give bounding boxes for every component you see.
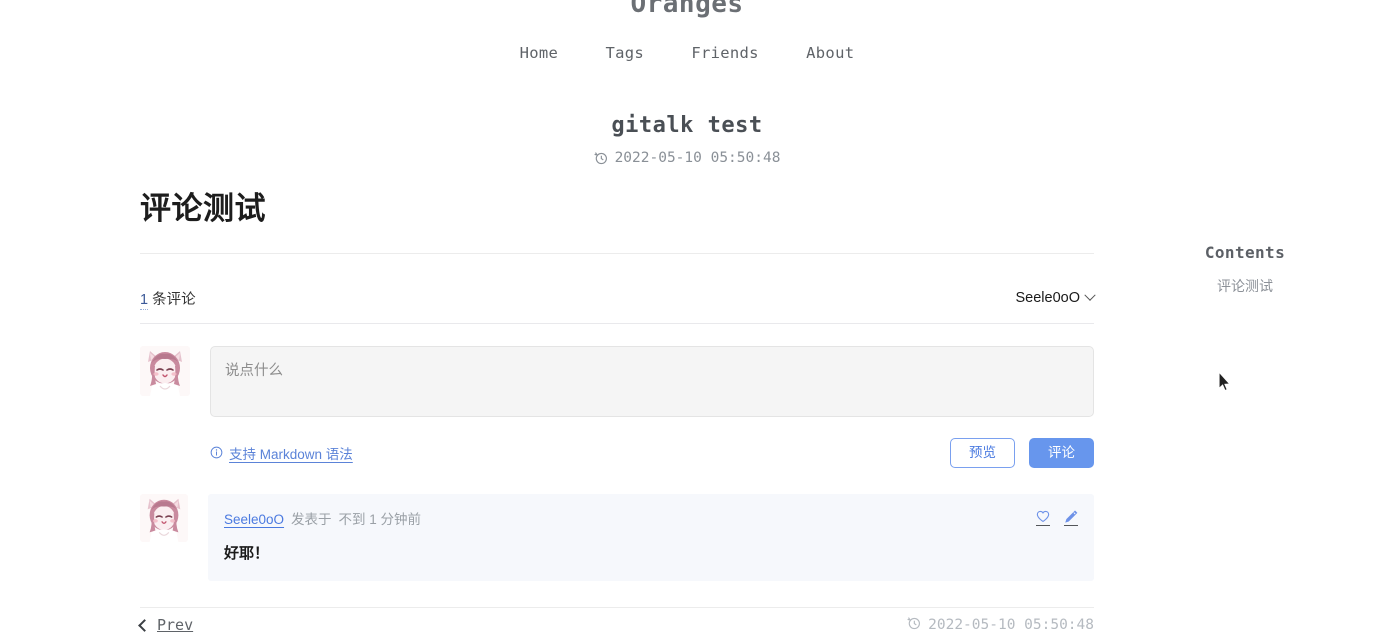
comment-editor: 支持 Markdown 语法 预览 评论 <box>140 345 1094 468</box>
table-of-contents: Contents 评论测试 <box>1150 243 1340 296</box>
site-nav: Home Tags Friends About <box>0 44 1374 62</box>
history-clock-icon <box>594 151 608 165</box>
current-user-name: Seele0oO <box>1015 290 1081 307</box>
comment-time: 不到 1 分钟前 <box>338 511 422 527</box>
comment-posted-label: 发表于 <box>291 511 332 527</box>
post-header: gitalk test 2022-05-10 05:50:48 <box>0 113 1374 166</box>
markdown-help-link[interactable]: 支持 Markdown 语法 <box>210 443 353 463</box>
comment-author-link[interactable]: Seele0oO <box>224 512 284 527</box>
comment-byline: Seele0oO 发表于 不到 1 分钟前 <box>224 508 421 528</box>
bottom-divider <box>140 607 1094 608</box>
editor-button-group: 预览 评论 <box>950 437 1094 468</box>
toc-item-0[interactable]: 评论测试 <box>1150 276 1340 296</box>
mouse-cursor <box>1218 370 1232 392</box>
comment-author-avatar[interactable] <box>140 493 188 542</box>
list-item: Seele0oO 发表于 不到 1 分钟前 好耶！ <box>140 493 1094 581</box>
editor-main: 支持 Markdown 语法 预览 评论 <box>210 345 1094 468</box>
gitalk-meta-row: 1 条评论 Seele0oO <box>140 288 1096 324</box>
article-heading: 评论测试 <box>140 191 266 226</box>
post-title: gitalk test <box>611 113 763 138</box>
comment-actions <box>1036 510 1078 526</box>
nav-item-friends[interactable]: Friends <box>691 44 758 62</box>
editor-actions: 支持 Markdown 语法 预览 评论 <box>210 437 1094 468</box>
heart-icon[interactable] <box>1036 510 1050 526</box>
toc-title: Contents <box>1204 243 1286 262</box>
heading-divider <box>140 252 1094 254</box>
bottom-date: 2022-05-10 05:50:48 <box>928 617 1094 633</box>
post-date: 2022-05-10 05:50:48 <box>614 150 781 166</box>
comment-count-number[interactable]: 1 <box>140 291 149 310</box>
comment-list: Seele0oO 发表于 不到 1 分钟前 好耶！ <box>140 493 1094 581</box>
comment-count-label: 条评论 <box>148 291 196 308</box>
site-title: Oranges <box>630 0 744 19</box>
post-date-meta: 2022-05-10 05:50:48 <box>0 150 1374 166</box>
prev-post-label: Prev <box>157 616 194 634</box>
bottom-date-meta: 2022-05-10 05:50:48 <box>907 616 1094 634</box>
nav-item-tags[interactable]: Tags <box>606 44 645 62</box>
prev-post-link[interactable]: Prev <box>138 616 194 634</box>
comment-count: 1 条评论 <box>140 288 196 310</box>
info-circle-icon <box>210 446 223 459</box>
markdown-help-label: 支持 Markdown 语法 <box>229 446 353 462</box>
comment-body: 好耶！ <box>224 544 270 562</box>
chevron-down-icon <box>1084 289 1096 302</box>
comment-bubble: Seele0oO 发表于 不到 1 分钟前 好耶！ <box>208 493 1094 581</box>
nav-item-home[interactable]: Home <box>520 44 559 62</box>
preview-button[interactable]: 预览 <box>950 437 1015 468</box>
comment-textarea[interactable] <box>210 345 1094 417</box>
bottom-navigation: Prev 2022-05-10 05:50:48 <box>138 616 1094 634</box>
current-user-dropdown[interactable]: Seele0oO <box>1015 289 1096 307</box>
article-content: 评论测试 1 条评论 Seele0oO 说点什么 支持 Markdown 语法 … <box>140 190 1096 581</box>
current-user-avatar[interactable] <box>140 345 190 396</box>
history-clock-icon <box>907 616 921 634</box>
comment-header: Seele0oO 发表于 不到 1 分钟前 <box>224 508 1078 528</box>
nav-item-about[interactable]: About <box>806 44 854 62</box>
pencil-icon[interactable] <box>1064 510 1078 526</box>
submit-comment-button[interactable]: 评论 <box>1029 437 1094 468</box>
chevron-left-icon <box>138 618 151 632</box>
